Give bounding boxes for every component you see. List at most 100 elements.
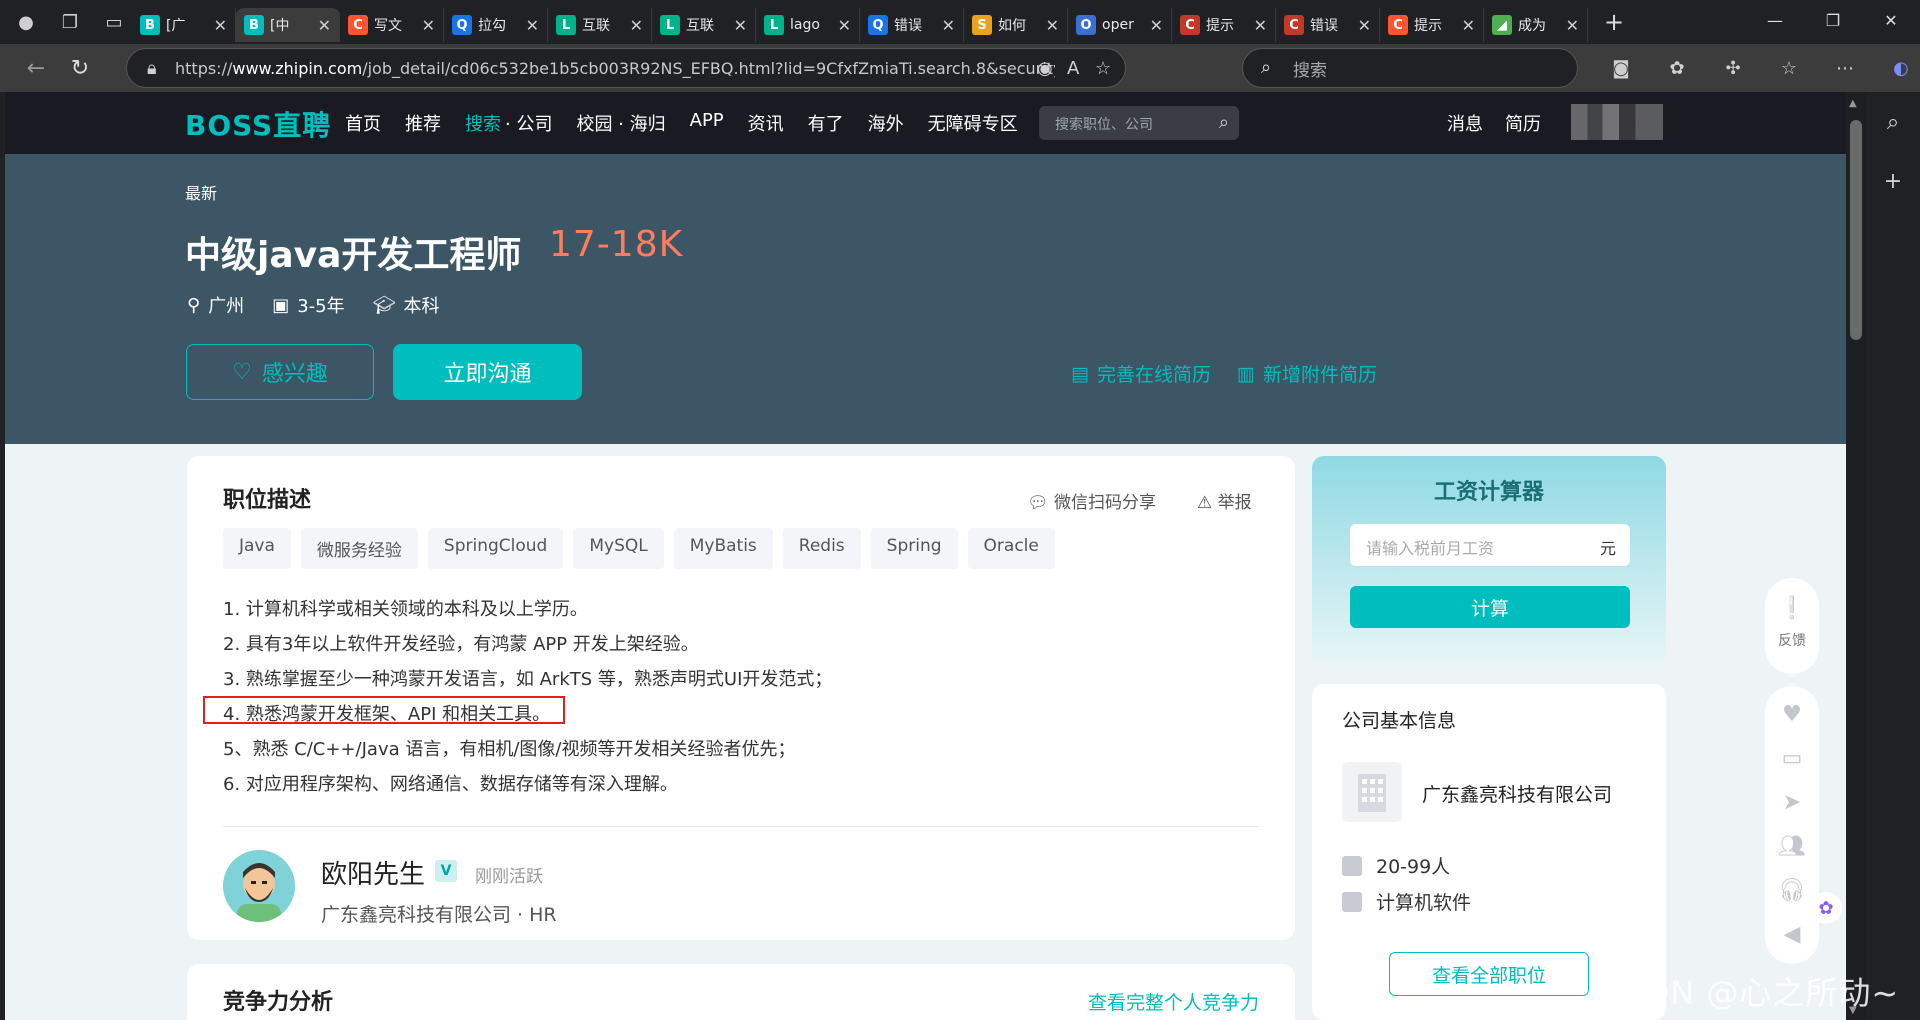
new-tab-button[interactable]: +: [1594, 5, 1634, 39]
copilot-brain-icon[interactable]: ✿: [1810, 892, 1842, 924]
scrollbar-thumb[interactable]: [1850, 120, 1862, 340]
tab-close-icon[interactable]: ✕: [422, 16, 435, 35]
tab-actions-icon[interactable]: ▭: [96, 4, 132, 40]
favorite-star-icon[interactable]: ☆: [1095, 58, 1111, 79]
browser-tab[interactable]: C 错误 ✕: [1276, 8, 1380, 42]
feedback-float[interactable]: ❕ 反馈: [1765, 578, 1819, 674]
salary-input[interactable]: 请输入税前月工资 元: [1350, 524, 1630, 566]
tab-strip: ● ❐ ▭ B [广 ✕ B [中 ✕ C 写文 ✕ Q 拉勾 ✕ L 互联 ✕ L 互联…: [0, 0, 1920, 44]
tab-close-icon[interactable]: ✕: [318, 16, 331, 35]
tab-close-icon[interactable]: ✕: [1046, 16, 1059, 35]
site-header: BOSS直聘 首页 推荐 搜索 · 公司 校园 · 海归 APP 资讯 有了 海外 无障碍专区 搜…: [5, 92, 1846, 154]
scroll-up-arrow-icon[interactable]: ▲: [1849, 98, 1857, 109]
edge-tracking-icon[interactable]: ◉: [1037, 58, 1053, 79]
full-competitiveness-link[interactable]: 查看完整个人竞争力: [1088, 988, 1259, 1015]
chat-icon[interactable]: ▭: [1765, 736, 1819, 780]
site-nav-item[interactable]: APP: [690, 110, 724, 136]
site-nav-item[interactable]: 海外: [868, 110, 904, 136]
site-search-input[interactable]: 搜索职位、公司 ⌕: [1039, 106, 1239, 140]
refresh-button[interactable]: ↻: [58, 48, 102, 88]
report-link[interactable]: ⚠︎ 举报: [1197, 488, 1252, 513]
search-icon[interactable]: ⌕: [1219, 112, 1229, 133]
chat-now-button[interactable]: 立即沟通: [393, 344, 582, 400]
company-info-heading: 公司基本信息: [1342, 710, 1457, 732]
page-scrollbar[interactable]: ▲ ▼: [1846, 92, 1866, 1020]
experience-text: 3-5年: [297, 296, 345, 317]
calculate-button[interactable]: 计算: [1350, 586, 1630, 628]
add-attachment-resume-link[interactable]: ▥ 新增附件简历: [1237, 360, 1377, 387]
boss-logo[interactable]: BOSS直聘: [185, 104, 331, 144]
more-menu-icon[interactable]: ⋯: [1824, 48, 1866, 88]
copilot-icon[interactable]: ◐: [1880, 48, 1920, 88]
contacts-icon[interactable]: 👥︎: [1765, 824, 1819, 868]
games-icon[interactable]: ◙: [1600, 48, 1642, 88]
tab-close-icon[interactable]: ✕: [1254, 16, 1267, 35]
tab-close-icon[interactable]: ✕: [1358, 16, 1371, 35]
browser-tab[interactable]: L 互联 ✕: [652, 8, 756, 42]
browser-tab[interactable]: C 提示 ✕: [1380, 8, 1484, 42]
minimize-button[interactable]: —: [1746, 0, 1804, 40]
tab-close-icon[interactable]: ✕: [214, 16, 227, 35]
browser-tab[interactable]: ◢ 成为 ✕: [1484, 8, 1588, 42]
browser-tab[interactable]: Q 错误 ✕: [860, 8, 964, 42]
browser-tab[interactable]: C 写文 ✕: [340, 8, 444, 42]
favorite-heart-icon[interactable]: ♥: [1765, 692, 1819, 736]
browser-tab[interactable]: L 互联 ✕: [548, 8, 652, 42]
tab-close-icon[interactable]: ✕: [838, 16, 851, 35]
read-aloud-icon[interactable]: A: [1067, 58, 1079, 79]
back-button[interactable]: ←: [14, 48, 58, 88]
browser-tab[interactable]: C 提示 ✕: [1172, 8, 1276, 42]
site-nav-item[interactable]: 校园 · 海归: [576, 110, 665, 136]
site-nav-item[interactable]: · 公司: [505, 110, 552, 136]
hr-name: 欧阳先生: [321, 860, 426, 890]
site-nav-item[interactable]: 首页: [345, 110, 381, 136]
browser-search-box[interactable]: ⌕ 搜索: [1242, 48, 1578, 88]
web-page: BOSS直聘 首页 推荐 搜索 · 公司 校园 · 海归 APP 资讯 有了 海外 无障碍专区 搜…: [5, 92, 1846, 1020]
close-window-button[interactable]: ✕: [1862, 0, 1920, 40]
tab-title: 互联: [582, 18, 610, 34]
tab-close-icon[interactable]: ✕: [630, 16, 643, 35]
browser-tab[interactable]: B [中 ✕: [236, 8, 340, 42]
hr-avatar[interactable]: [223, 850, 295, 922]
workspaces-icon[interactable]: ❐: [52, 4, 88, 40]
browser-tab[interactable]: Q 拉勾 ✕: [444, 8, 548, 42]
tab-close-icon[interactable]: ✕: [1566, 16, 1579, 35]
browser-tab[interactable]: S 如何 ✕: [964, 8, 1068, 42]
tab-close-icon[interactable]: ✕: [734, 16, 747, 35]
company-name[interactable]: 广东鑫亮科技有限公司: [1422, 780, 1612, 807]
lock-icon[interactable]: 🔒︎: [147, 58, 157, 79]
tab-close-icon[interactable]: ✕: [1462, 16, 1475, 35]
site-nav-item[interactable]: 无障碍专区: [928, 110, 1018, 136]
improve-resume-label: 完善在线简历: [1096, 364, 1211, 386]
improve-resume-link[interactable]: ▤ 完善在线简历: [1071, 360, 1211, 387]
user-link[interactable]: 简历: [1505, 110, 1541, 136]
tab-close-icon[interactable]: ✕: [942, 16, 955, 35]
wechat-share-link[interactable]: 💬︎ 微信扫码分享: [1027, 488, 1156, 513]
site-nav-item[interactable]: 搜索: [465, 110, 501, 136]
browser-tab[interactable]: O oper ✕: [1068, 8, 1172, 42]
user-link[interactable]: 消息: [1447, 110, 1483, 136]
collapse-arrow-icon[interactable]: ◀: [1765, 912, 1819, 956]
tab-close-icon[interactable]: ✕: [526, 16, 539, 35]
favorites-icon[interactable]: ☆: [1768, 48, 1810, 88]
send-icon[interactable]: ➤: [1765, 780, 1819, 824]
view-all-jobs-button[interactable]: 查看全部职位: [1389, 952, 1589, 996]
browser-tab[interactable]: B [广 ✕: [132, 8, 236, 42]
tab-close-icon[interactable]: ✕: [1150, 16, 1163, 35]
sidebar-add-icon[interactable]: +: [1866, 169, 1920, 194]
share-label: 微信扫码分享: [1054, 493, 1156, 513]
competitiveness-card: 竞争力分析 查看完整个人竞争力: [187, 964, 1295, 1020]
extensions-icon[interactable]: ✣: [1712, 48, 1754, 88]
browser-tab[interactable]: L lago ✕: [756, 8, 860, 42]
site-nav-item[interactable]: 资讯: [748, 110, 784, 136]
site-nav-item[interactable]: 有了: [808, 110, 844, 136]
copilot-extension-icon[interactable]: ✿: [1656, 48, 1698, 88]
address-bar[interactable]: 🔒︎ https://www.zhipin.com/job_detail/cd0…: [126, 48, 1126, 88]
company-logo[interactable]: [1342, 762, 1402, 822]
maximize-button[interactable]: ❐: [1804, 0, 1862, 40]
user-avatar[interactable]: [1571, 104, 1663, 140]
profile-icon[interactable]: ●: [8, 4, 44, 40]
interest-button[interactable]: ♡ 感兴趣: [186, 344, 374, 400]
sidebar-search-icon[interactable]: ⌕: [1866, 110, 1920, 135]
site-nav-item[interactable]: 推荐: [405, 110, 441, 136]
